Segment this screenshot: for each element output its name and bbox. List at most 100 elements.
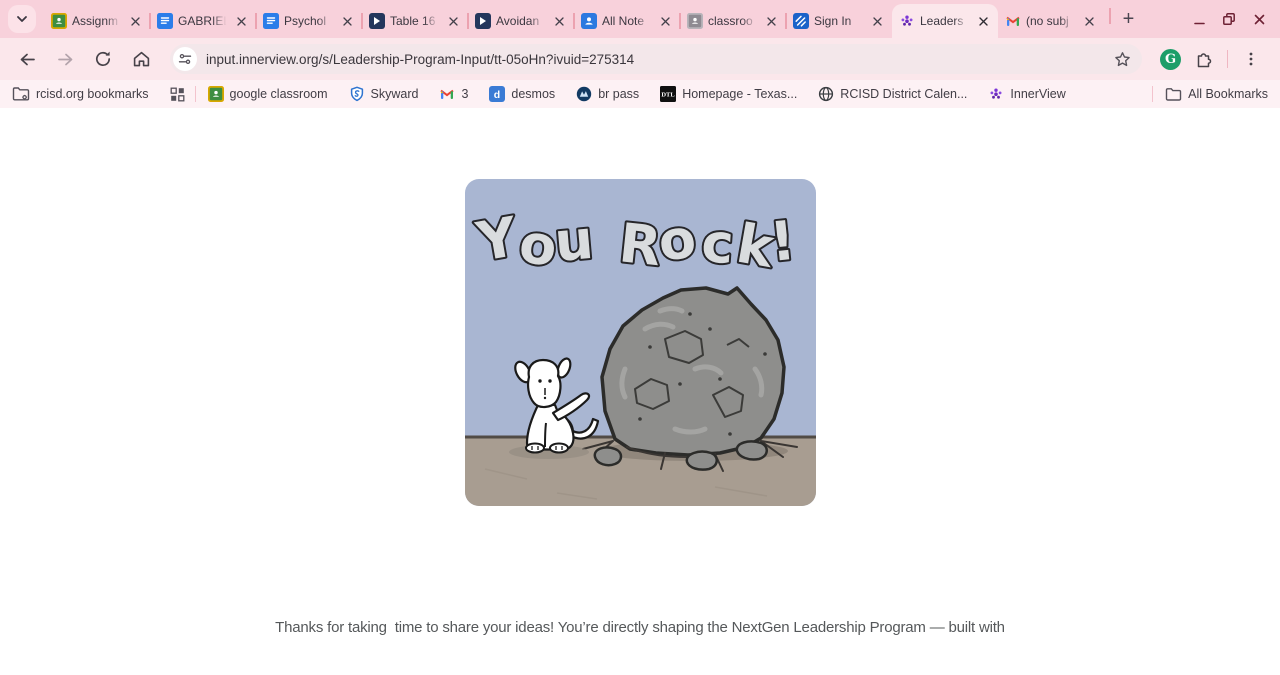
tab-all-notes[interactable]: All Note xyxy=(573,4,680,38)
tab-close-icon[interactable] xyxy=(445,13,461,29)
forward-button[interactable] xyxy=(48,42,82,76)
bookmark-label: Skyward xyxy=(370,87,419,101)
tab-close-icon[interactable] xyxy=(551,13,567,29)
tab-sign-in[interactable]: Sign In xyxy=(785,4,892,38)
bookmark-rcisd-calendar[interactable]: RCISD District Calen... xyxy=(818,86,967,102)
tab-close-icon[interactable] xyxy=(975,13,991,29)
home-button[interactable] xyxy=(124,42,158,76)
tab-search-button[interactable] xyxy=(8,5,36,33)
tab-classroom-inactive[interactable]: classroo xyxy=(679,4,786,38)
tab-divider xyxy=(1109,8,1111,24)
reload-icon xyxy=(95,51,111,67)
site-settings-button[interactable] xyxy=(173,47,197,71)
bookmark-label: rcisd.org bookmarks xyxy=(36,87,149,101)
folder-gear-icon xyxy=(12,87,30,101)
star-icon xyxy=(1114,51,1130,66)
bookmark-innerview[interactable]: InnerView xyxy=(988,86,1066,102)
tab-no-subject-gmail[interactable]: (no subj xyxy=(998,4,1104,38)
bookmark-skyward[interactable]: Skyward xyxy=(349,86,419,102)
bookmark-label: RCISD District Calen... xyxy=(840,87,968,101)
managed-bookmarks-folder[interactable]: rcisd.org bookmarks xyxy=(12,86,149,102)
tab-table-16[interactable]: Table 16 xyxy=(361,4,468,38)
site-settings-icon xyxy=(178,53,192,65)
restore-icon xyxy=(1223,13,1235,25)
reload-button[interactable] xyxy=(86,42,120,76)
you-rock-illustration: You Rock! xyxy=(464,179,816,506)
tab-label: Avoidan xyxy=(496,14,540,28)
new-tab-button[interactable]: + xyxy=(1116,6,1142,32)
message-line-1: Thanks for taking time to share your ide… xyxy=(275,619,1005,636)
tab-label: All Note xyxy=(602,14,645,28)
tab-label: classroo xyxy=(708,14,753,28)
grammarly-extension-button[interactable]: G xyxy=(1160,48,1181,70)
tab-close-icon[interactable] xyxy=(657,13,673,29)
bookmark-gmail-count[interactable]: 3 xyxy=(439,86,468,102)
tab-close-icon[interactable] xyxy=(339,13,355,29)
puzzle-icon xyxy=(1197,52,1211,67)
bookmarks-bar: rcisd.org bookmarks google classroom Sky… xyxy=(0,80,1280,108)
innerview-icon xyxy=(899,13,915,29)
tab-leadership-active[interactable]: Leaders xyxy=(892,4,998,38)
svg-text:DTL: DTL xyxy=(662,92,676,99)
minimize-icon xyxy=(1193,22,1205,24)
toolbar-divider xyxy=(1227,50,1228,68)
apps-shortcut-button[interactable] xyxy=(170,87,185,102)
bookmark-desmos[interactable]: d desmos xyxy=(489,86,555,102)
navy-circle-mountain-icon xyxy=(576,86,592,102)
navy-arrow-app-icon xyxy=(369,13,385,29)
dog-head xyxy=(526,358,562,409)
tab-gabriel-doc[interactable]: GABRIEL xyxy=(149,4,256,38)
bookmark-label: Homepage - Texas... xyxy=(682,87,798,101)
bookmark-br-pass[interactable]: br pass xyxy=(576,86,639,102)
tab-close-icon[interactable] xyxy=(127,13,143,29)
bookmarks-divider xyxy=(194,86,196,102)
bookmark-homepage-texas[interactable]: DTL Homepage - Texas... xyxy=(660,86,797,102)
dog-eye xyxy=(547,379,552,383)
innerview-icon xyxy=(990,88,1002,99)
tab-label: Sign In xyxy=(814,14,852,28)
back-button[interactable] xyxy=(10,42,44,76)
google-docs-icon xyxy=(157,13,173,29)
restore-button[interactable] xyxy=(1214,4,1244,34)
dog-front-leg xyxy=(543,422,547,448)
google-classroom-gray-icon xyxy=(687,13,703,29)
bookmark-google-classroom[interactable]: google classroom xyxy=(207,86,328,102)
close-icon xyxy=(1254,14,1264,24)
bookmark-label: google classroom xyxy=(229,87,328,101)
browser-menu-button[interactable] xyxy=(1238,46,1264,72)
bookmark-star-button[interactable] xyxy=(1109,46,1135,72)
dog-eye xyxy=(537,379,542,383)
tab-close-icon[interactable] xyxy=(869,13,885,29)
tab-psychology-doc[interactable]: Psychol xyxy=(255,4,362,38)
folder-icon xyxy=(1165,87,1182,101)
toolbar: input.innerview.org/s/Leadership-Program… xyxy=(0,38,1280,80)
tab-label: Table 16 xyxy=(390,14,436,28)
thank-you-message: Thanks for taking time to share your ide… xyxy=(250,580,1030,675)
dog-foot xyxy=(548,442,569,454)
contacts-blue-icon xyxy=(581,13,597,29)
tab-assignments[interactable]: Assignm xyxy=(44,4,150,38)
tab-label: Leaders xyxy=(920,14,964,28)
bookmark-label: All Bookmarks xyxy=(1188,87,1268,101)
window-controls xyxy=(1184,0,1280,38)
navy-arrow-app-icon xyxy=(475,13,491,29)
google-classroom-icon xyxy=(207,86,224,102)
tab-close-icon[interactable] xyxy=(763,13,779,29)
google-docs-icon xyxy=(263,13,279,29)
dog-foot xyxy=(524,442,545,454)
tab-close-icon[interactable] xyxy=(1081,13,1097,29)
home-icon xyxy=(133,51,149,66)
black-dtl-icon: DTL xyxy=(660,86,677,102)
close-window-button[interactable] xyxy=(1244,4,1274,34)
gmail-icon xyxy=(440,89,455,99)
tab-close-icon[interactable] xyxy=(233,13,249,29)
all-bookmarks-button[interactable]: All Bookmarks xyxy=(1165,87,1268,102)
tab-label: (no subj xyxy=(1026,14,1069,28)
extensions-button[interactable] xyxy=(1191,46,1217,72)
tab-avoidance[interactable]: Avoidan xyxy=(467,4,574,38)
address-bar[interactable]: input.innerview.org/s/Leadership-Program… xyxy=(170,44,1142,74)
bookmark-label: br pass xyxy=(598,87,640,101)
minimize-button[interactable] xyxy=(1184,4,1214,34)
tab-label: Psychol xyxy=(284,14,327,28)
url-text[interactable]: input.innerview.org/s/Leadership-Program… xyxy=(206,52,1109,67)
